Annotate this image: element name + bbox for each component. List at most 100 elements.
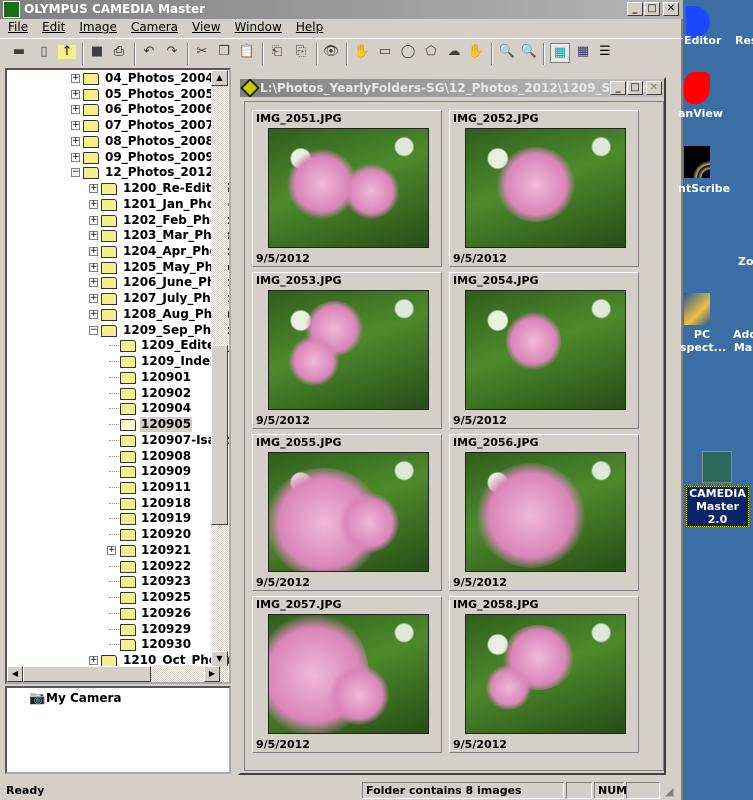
expand-icon[interactable]: + [89, 656, 98, 665]
thumbnail-item[interactable]: IMG_2058.JPG 9/5/2012 [449, 596, 639, 753]
irfanview-shortcut-icon[interactable] [684, 72, 710, 104]
tree-item[interactable]: +1205_May_Photo [7, 260, 229, 275]
expand-icon[interactable]: + [71, 121, 80, 131]
expand-icon[interactable]: + [89, 231, 98, 241]
thumbnail-image[interactable] [268, 452, 429, 572]
menu-window[interactable]: Window [229, 19, 288, 35]
open-folder-icon[interactable]: ▬ [10, 43, 28, 61]
tree-item[interactable]: +08_Photos_2008 [7, 134, 229, 149]
zoom-in-icon[interactable]: 🔍 [498, 43, 516, 61]
thumbnail-image[interactable] [465, 290, 626, 410]
desktop-label-add[interactable]: Add Ma [733, 328, 753, 354]
polygon-select-icon[interactable]: ⬠ [422, 43, 440, 61]
collapse-icon[interactable]: − [89, 325, 98, 335]
copy-icon[interactable]: ❐ [215, 43, 233, 61]
tree-item[interactable]: +1208_Aug_Photo [7, 307, 229, 322]
scroll-left-button[interactable]: ◀ [7, 666, 23, 682]
tree-item[interactable]: +120921 [7, 543, 229, 558]
thumbnail-item[interactable]: IMG_2057.JPG 9/5/2012 [252, 596, 442, 753]
child-minimize-button[interactable]: _ [610, 81, 626, 95]
menu-camera[interactable]: Camera [125, 19, 184, 35]
thumbnail-item[interactable]: IMG_2056.JPG 9/5/2012 [449, 434, 639, 591]
child-title-bar[interactable]: L:\Photos_YearlyFolders-SG\12_Photos_201… [240, 79, 664, 97]
tree-item[interactable]: 1209_Edited_ [7, 338, 229, 353]
tree-item[interactable]: +1204_Apr_Photo [7, 244, 229, 259]
tree-item[interactable]: +1206_June_Phot [7, 275, 229, 290]
thumbnail-item[interactable]: IMG_2055.JPG 9/5/2012 [252, 434, 442, 591]
tree-item[interactable]: 120907-Isaac [7, 433, 229, 448]
paste-icon[interactable]: 📋 [238, 43, 256, 61]
rectangle-select-icon[interactable]: ▭ [376, 43, 394, 61]
expand-icon[interactable]: + [71, 136, 80, 146]
pc-inspector-shortcut-icon[interactable] [684, 293, 710, 325]
magic-hand-icon[interactable]: ✋ [467, 43, 485, 61]
tree-item[interactable]: 120905 [7, 417, 229, 433]
up-folder-icon[interactable]: ↑ [58, 45, 76, 59]
cut-icon[interactable]: ✂ [193, 43, 211, 61]
desktop-label-camedia[interactable]: CAMEDIA Master 2.0 [686, 486, 749, 527]
tree-item[interactable]: − 12_Photos_2012 [7, 165, 229, 180]
desktop-label-irfanview[interactable]: anView [678, 107, 723, 120]
expand-icon[interactable]: + [89, 184, 98, 194]
tree-item[interactable]: −1209_Sep_Photo [7, 323, 229, 338]
tree-item[interactable]: 120909 [7, 464, 229, 479]
small-thumbnail-view-icon[interactable]: ▦ [574, 43, 592, 61]
export-icon[interactable]: ⎘ [292, 43, 310, 61]
thumbnail-item[interactable]: IMG_2051.JPG 9/5/2012 [252, 110, 442, 267]
save-icon[interactable]: ▯ [35, 43, 53, 61]
ellipse-select-icon[interactable]: ◯ [399, 43, 417, 61]
expand-icon[interactable]: + [89, 215, 98, 225]
tree-item[interactable]: +1201_Jan_Photo [7, 197, 229, 212]
expand-icon[interactable]: + [71, 105, 80, 115]
my-camera-item[interactable]: My Camera [46, 691, 122, 705]
thumbnail-image[interactable] [465, 614, 626, 734]
scroll-right-button[interactable]: ▶ [204, 666, 220, 682]
camedia-master-shortcut-icon[interactable] [702, 451, 732, 483]
lasso-icon[interactable]: ☁ [445, 43, 463, 61]
zoom-out-icon[interactable]: 🔍 [520, 43, 538, 61]
eye-icon[interactable]: 👁 [322, 43, 340, 61]
thumbnail-item[interactable]: IMG_2053.JPG 9/5/2012 [252, 272, 442, 429]
tree-item[interactable]: +06_Photos_2006 [7, 102, 229, 117]
scroll-thumb[interactable] [23, 666, 151, 682]
tree-item[interactable]: 120923 [7, 574, 229, 589]
expand-icon[interactable]: + [89, 199, 98, 209]
large-thumbnail-view-icon[interactable]: ▦ [550, 43, 570, 63]
desktop-label-res[interactable]: Res [735, 34, 753, 47]
expand-icon[interactable]: + [71, 89, 80, 99]
desktop-label-editor[interactable]: Editor [684, 34, 721, 47]
thumbnail-item[interactable]: IMG_2054.JPG 9/5/2012 [449, 272, 639, 429]
tree-item[interactable]: 120919 [7, 511, 229, 526]
collapse-icon[interactable]: − [71, 168, 80, 178]
tree-item[interactable]: 120922 [7, 559, 229, 574]
tree-item[interactable]: 120904 [7, 401, 229, 416]
expand-icon[interactable]: + [107, 545, 116, 555]
expand-icon[interactable]: + [89, 309, 98, 319]
menu-edit[interactable]: Edit [36, 19, 71, 35]
menu-view[interactable]: View [186, 19, 226, 35]
import-icon[interactable]: ⎗ [268, 43, 286, 61]
thumbnail-image[interactable] [268, 290, 429, 410]
tree-item[interactable]: 120926 [7, 606, 229, 621]
tree-vertical-scrollbar[interactable]: ▲ ▼ [211, 70, 228, 667]
hand-icon[interactable]: ✋ [353, 43, 371, 61]
tree-item[interactable]: +09_Photos_2009 [7, 150, 229, 165]
tree-item[interactable]: 120929 [7, 622, 229, 637]
desktop-label-pc-inspector[interactable]: PC spect... [680, 328, 726, 354]
scroll-up-button[interactable]: ▲ [211, 70, 228, 86]
redo-icon[interactable]: ↷ [163, 43, 181, 61]
expand-icon[interactable]: + [71, 152, 80, 162]
tree-item[interactable]: +04_Photos_2004 [7, 71, 229, 86]
resize-grip-icon[interactable]: ◢ [665, 785, 673, 798]
thumbnail-image[interactable] [268, 614, 429, 734]
tree-item[interactable]: +1207_July_Photo [7, 291, 229, 306]
maximize-button[interactable]: □ [644, 2, 660, 16]
menu-help[interactable]: Help [290, 19, 329, 35]
expand-icon[interactable]: + [71, 74, 80, 83]
tree-item[interactable]: 120901 [7, 370, 229, 385]
stop-icon[interactable]: ■ [88, 43, 106, 61]
expand-icon[interactable]: + [89, 278, 98, 288]
thumbnail-image[interactable] [465, 128, 626, 248]
tree-item[interactable]: 120902 [7, 386, 229, 401]
detail-view-icon[interactable]: ☰ [596, 43, 614, 61]
